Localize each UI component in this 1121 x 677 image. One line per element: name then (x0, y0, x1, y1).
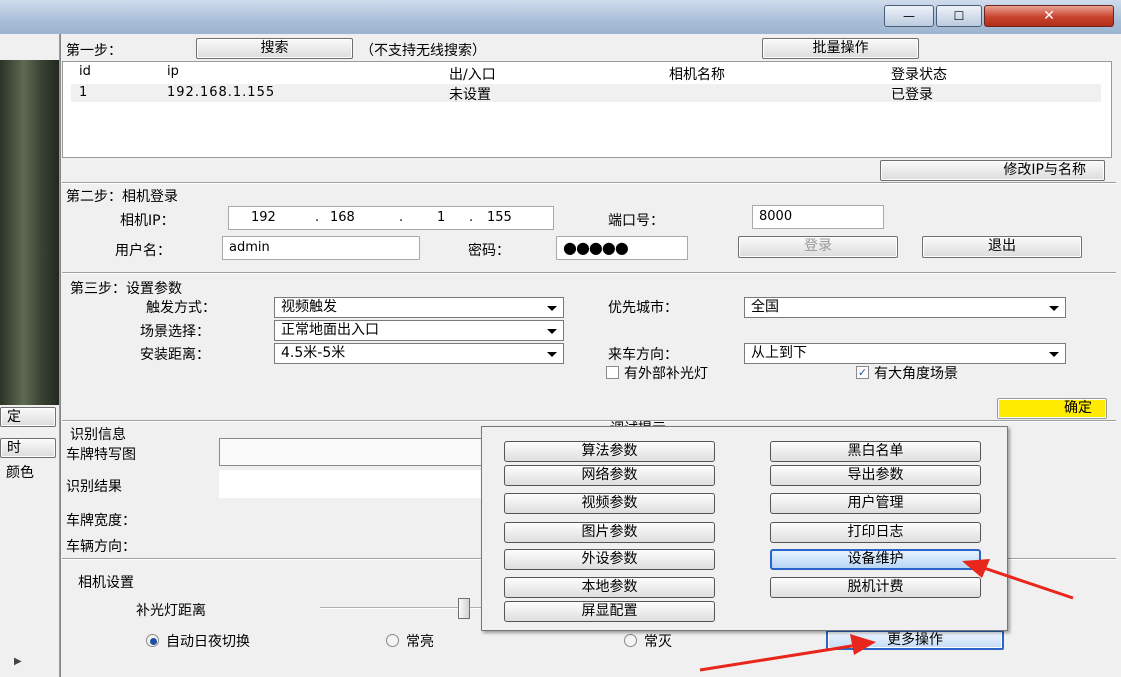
arrow-to-device-maintenance (962, 559, 1074, 600)
annotation-arrows (699, 559, 1074, 672)
arrow-to-more-actions (699, 634, 876, 672)
